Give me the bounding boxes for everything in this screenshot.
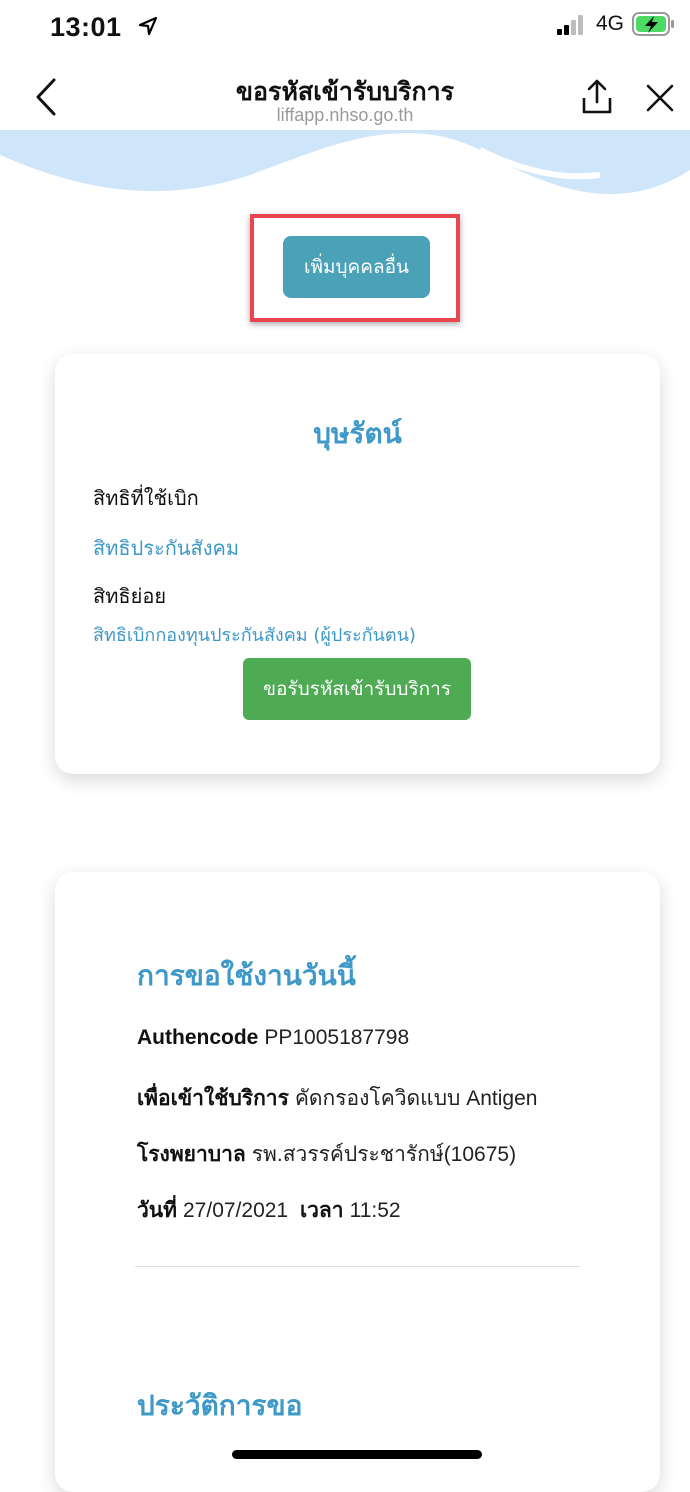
close-icon[interactable] <box>644 82 676 114</box>
person-card: บุษรัตน์ สิทธิที่ใช้เบิก สิทธิประกันสังค… <box>55 354 660 774</box>
request-code-button[interactable]: ขอรับรหัสเข้ารับบริการ <box>243 658 471 720</box>
datetime-line: วันที่ 27/07/2021 เวลา 11:52 <box>137 1194 401 1227</box>
time-value: 11:52 <box>349 1199 401 1222</box>
purpose-line: เพื่อเข้าใช้บริการ คัดกรองโควิดแบบ Antige… <box>137 1082 537 1115</box>
location-arrow-icon <box>138 16 158 36</box>
purpose-label: เพื่อเข้าใช้บริการ <box>137 1087 289 1110</box>
hospital-line: โรงพยาบาล รพ.สวรรค์ประชารักษ์(10675) <box>137 1138 516 1171</box>
today-request-card: การขอใช้งานวันนี้ Authencode PP1005187798… <box>55 872 660 1492</box>
status-time: 13:01 <box>50 12 122 42</box>
history-title: ประวัติการขอ <box>137 1389 303 1422</box>
network-type: 4G <box>596 12 625 35</box>
sub-entitlement-label: สิทธิย่อย <box>93 584 167 608</box>
header-wave <box>0 130 690 194</box>
date-label: วันที่ <box>137 1199 177 1222</box>
entitlement-label: สิทธิที่ใช้เบิก <box>93 486 199 510</box>
status-bar: 13:01 4G <box>0 0 690 52</box>
date-value: 27/07/2021 <box>183 1199 289 1222</box>
authencode-line: Authencode PP1005187798 <box>137 1026 409 1050</box>
hospital-value: รพ.สวรรค์ประชารักษ์(10675) <box>251 1143 517 1166</box>
authencode-label: Authencode <box>137 1026 259 1049</box>
battery-charging-icon <box>632 12 674 36</box>
authencode-value: PP1005187798 <box>264 1026 410 1049</box>
time-label: เวลา <box>299 1199 344 1222</box>
add-person-button[interactable]: เพิ่มบุคคลอื่น <box>283 236 430 298</box>
home-indicator[interactable] <box>232 1450 482 1459</box>
signal-icon <box>557 15 583 35</box>
person-name: บุษรัตน์ <box>313 417 402 450</box>
sub-entitlement-value: สิทธิเบิกกองทุนประกันสังคม (ผู้ประกันตน) <box>93 625 416 646</box>
entitlement-value: สิทธิประกันสังคม <box>93 536 240 560</box>
hospital-label: โรงพยาบาล <box>137 1143 246 1166</box>
divider <box>135 1266 580 1267</box>
purpose-value: คัดกรองโควิดแบบ Antigen <box>294 1087 538 1110</box>
share-icon[interactable] <box>580 78 614 116</box>
nav-bar: ขอรหัสเข้ารับบริการ liffapp.nhso.go.th <box>0 60 690 130</box>
today-title: การขอใช้งานวันนี้ <box>137 959 356 992</box>
